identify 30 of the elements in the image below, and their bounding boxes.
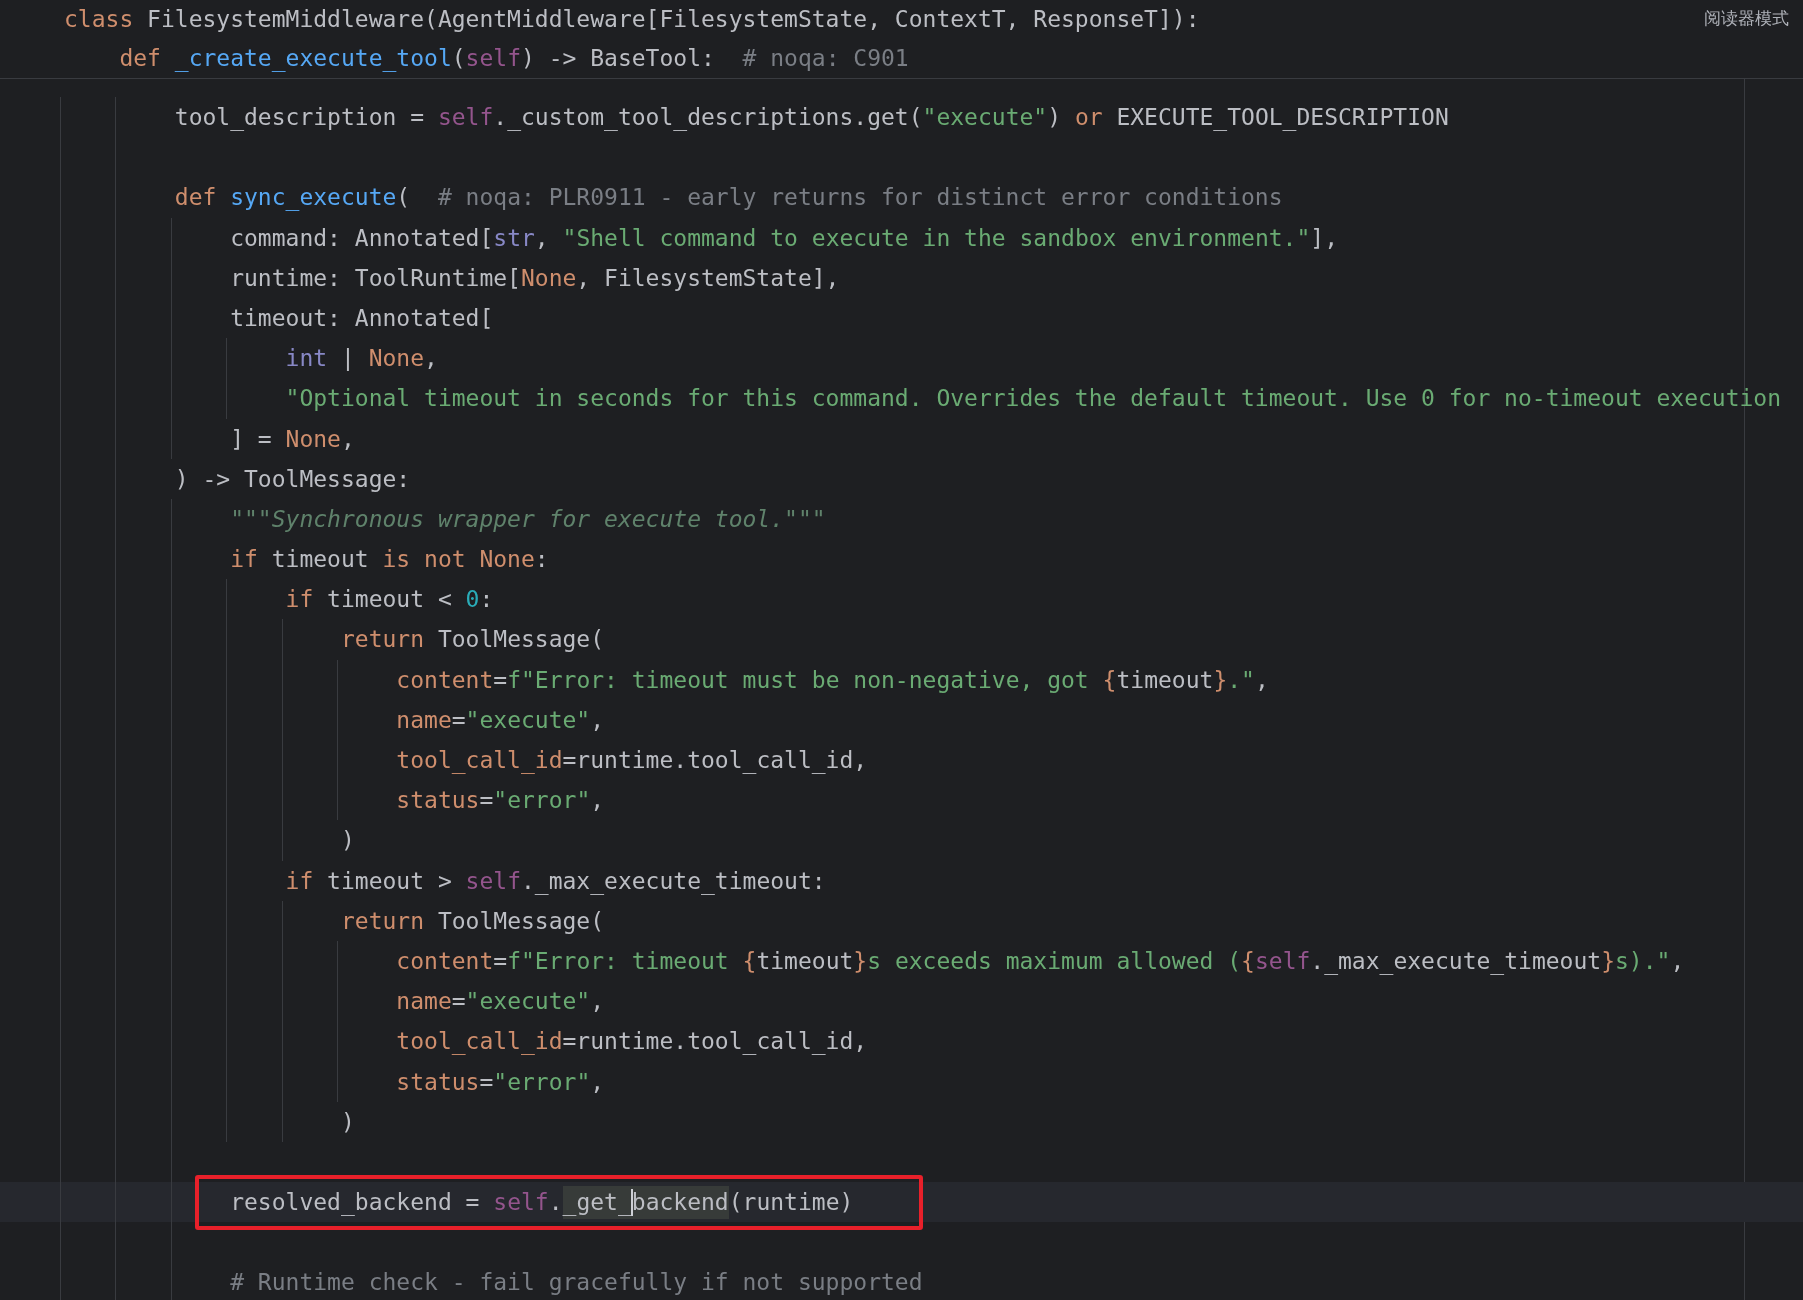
code-line: )	[340, 826, 355, 856]
code-line: resolved_backend = self._get_backend(runtime)	[230, 1188, 854, 1218]
code-line: ] = None,	[230, 424, 355, 454]
code-line: content=f"Error: timeout must be non-negative, got {timeout}.",	[396, 665, 1269, 695]
code-line: content=f"Error: timeout {timeout}s exceeds maximum allowed ({self._max_execute_timeout}s).",	[396, 946, 1685, 977]
code-line: def sync_execute( # noqa: PLR0911 - early returns for distinct error conditions	[174, 183, 1283, 213]
code-line: return ToolMessage(	[340, 625, 605, 655]
code-line: "Optional timeout in seconds for this command. Overrides the default timeout. Use 0 for no-timeout execution	[285, 384, 1782, 414]
code-line: ) -> ToolMessage:	[174, 464, 411, 494]
code-line: timeout: Annotated[	[230, 303, 494, 333]
code-line: return ToolMessage(	[340, 906, 605, 936]
code-line: tool_description = self._custom_tool_descriptions.get("execute") or EXECUTE_TOOL_DESCRIPTION	[174, 103, 1449, 133]
code-line: status="error",	[396, 1067, 605, 1097]
code-line: )	[340, 1107, 355, 1137]
code-line: # Runtime check - fail gracefully if not supported	[230, 1268, 923, 1298]
code-line: name="execute",	[396, 705, 605, 735]
code-line: def _create_execute_tool(self) -> BaseTool: # noqa: C901	[119, 44, 909, 74]
code-line: if timeout is not None:	[230, 545, 549, 575]
code-line: """Synchronous wrapper for execute tool."""	[230, 504, 826, 534]
reader-mode-link[interactable]: 阅读器模式	[1704, 6, 1789, 30]
code-line: tool_call_id=runtime.tool_call_id,	[396, 746, 868, 776]
code-line: name="execute",	[396, 987, 605, 1017]
code-line: class FilesystemMiddleware(AgentMiddleware[FilesystemState, ContextT, ResponseT]):	[64, 5, 1200, 34]
code-line: command: Annotated[str, "Shell command to execute in the sandbox environment."],	[230, 223, 1338, 253]
code-line: if timeout < 0:	[285, 585, 494, 615]
code-line: status="error",	[396, 786, 605, 816]
code-line: int | None,	[285, 344, 438, 374]
code-line: runtime: ToolRuntime[None, FilesystemState],	[230, 263, 840, 293]
code-line: tool_call_id=runtime.tool_call_id,	[396, 1027, 868, 1057]
code-line: if timeout > self._max_execute_timeout:	[285, 866, 826, 897]
